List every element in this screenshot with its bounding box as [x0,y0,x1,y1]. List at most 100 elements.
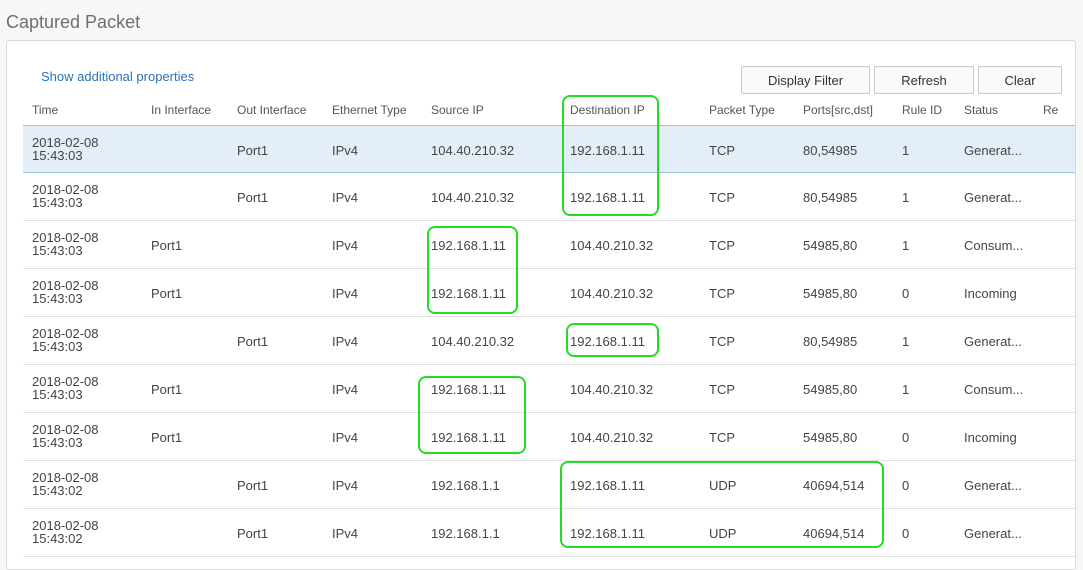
time-clock: 15:43:03 [32,435,83,450]
header-ports[interactable]: Ports[src,dst] [803,103,873,117]
source-ip-cell: 192.168.1.11 [431,382,506,397]
time-clock: 15:43:03 [32,243,83,258]
time-clock: 15:43:02 [32,483,83,498]
table-row[interactable]: 2018-02-08 15:43:02 Port1 IPv4 192.168.1.1 19… [23,509,1075,557]
in-interface-cell: Port1 [151,382,183,397]
rule-id-cell: 0 [902,526,910,541]
ethernet-type-cell: IPv4 [332,382,359,397]
destination-ip-cell: 104.40.210.32 [570,430,654,445]
ethernet-type-cell: IPv4 [332,334,359,349]
ethernet-type-cell: IPv4 [332,286,359,301]
time-clock: 15:43:03 [32,195,83,210]
time-cell: 2018-02-08 15:43:03 [32,279,99,305]
status-cell: Incoming [964,286,1017,301]
time-cell: 2018-02-08 15:43:03 [32,136,99,162]
ethernet-type-cell: IPv4 [332,238,359,253]
table-row[interactable]: 2018-02-08 15:43:03 Port1 IPv4 192.168.1.11 1… [23,221,1075,269]
destination-ip-cell: 104.40.210.32 [570,238,654,253]
packet-type-cell: TCP [709,286,735,301]
ethernet-type-cell: IPv4 [332,143,359,158]
packet-type-cell: TCP [709,190,735,205]
destination-ip-cell: 104.40.210.32 [570,382,654,397]
ports-cell: 40694,514 [803,478,865,493]
packet-type-cell: UDP [709,478,737,493]
header-destination-ip[interactable]: Destination IP [570,103,645,117]
header-reason[interactable]: Re [1043,103,1058,117]
out-interface-cell: Port1 [237,190,269,205]
source-ip-cell: 192.168.1.11 [431,430,506,445]
table-row[interactable]: 2018-02-08 15:43:03 Port1 IPv4 104.40.210.32… [23,125,1075,173]
ports-cell: 80,54985 [803,190,858,205]
time-cell: 2018-02-08 15:43:03 [32,375,99,401]
table-row[interactable]: 2018-02-08 15:43:02 Port1 IPv4 192.168.1.1 19… [23,461,1075,509]
out-interface-cell: Port1 [237,478,269,493]
time-cell: 2018-02-08 15:43:03 [32,327,99,353]
header-rule-id[interactable]: Rule ID [902,103,942,117]
ports-cell: 40694,514 [803,526,865,541]
destination-ip-cell: 192.168.1.11 [570,526,645,541]
time-clock: 15:43:02 [32,531,83,546]
time-cell: 2018-02-08 15:43:03 [32,183,99,209]
table-row[interactable]: 2018-02-08 15:43:03 Port1 IPv4 192.168.1.11 1… [23,413,1075,461]
rule-id-cell: 0 [902,478,910,493]
ethernet-type-cell: IPv4 [332,430,359,445]
ethernet-type-cell: IPv4 [332,478,359,493]
destination-ip-cell: 192.168.1.11 [570,334,645,349]
in-interface-cell: Port1 [151,430,183,445]
header-in-interface[interactable]: In Interface [151,103,211,117]
rule-id-cell: 0 [902,430,910,445]
ports-cell: 80,54985 [803,143,858,158]
status-cell: Generat... [964,526,1022,541]
time-clock: 15:43:03 [32,291,83,306]
source-ip-cell: 104.40.210.32 [431,143,515,158]
table-row[interactable]: 2018-02-08 15:43:03 Port1 IPv4 104.40.210.32… [23,317,1075,365]
show-additional-properties-link[interactable]: Show additional properties [41,69,194,84]
ports-cell: 80,54985 [803,334,858,349]
table-row[interactable]: 2018-02-08 15:43:03 Port1 IPv4 192.168.1.11 1… [23,365,1075,413]
captured-packet-panel: Show additional properties Display Filte… [6,40,1076,570]
status-cell: Generat... [964,190,1022,205]
destination-ip-cell: 192.168.1.11 [570,190,645,205]
ethernet-type-cell: IPv4 [332,190,359,205]
status-cell: Incoming [964,430,1017,445]
table-row[interactable]: 2018-02-08 15:43:03 Port1 IPv4 192.168.1.11 1… [23,269,1075,317]
source-ip-cell: 192.168.1.11 [431,238,506,253]
rule-id-cell: 1 [902,334,910,349]
header-time[interactable]: Time [32,103,58,117]
ports-cell: 54985,80 [803,238,858,253]
rule-id-cell: 1 [902,190,910,205]
status-cell: Consum... [964,382,1024,397]
time-cell: 2018-02-08 15:43:03 [32,231,99,257]
time-clock: 15:43:03 [32,387,83,402]
rule-id-cell: 1 [902,143,910,158]
packet-type-cell: TCP [709,382,735,397]
header-out-interface[interactable]: Out Interface [237,103,306,117]
in-interface-cell: Port1 [151,238,183,253]
time-cell: 2018-02-08 15:43:03 [32,423,99,449]
source-ip-cell: 192.168.1.1 [431,526,500,541]
time-cell: 2018-02-08 15:43:02 [32,519,99,545]
display-filter-button[interactable]: Display Filter [741,66,870,94]
table-header: Time In Interface Out Interface Ethernet… [23,95,1075,123]
in-interface-cell: Port1 [151,286,183,301]
packet-type-cell: UDP [709,526,737,541]
status-cell: Generat... [964,143,1022,158]
source-ip-cell: 104.40.210.32 [431,334,515,349]
ports-cell: 54985,80 [803,382,858,397]
page-title: Captured Packet [6,12,141,32]
destination-ip-cell: 192.168.1.11 [570,478,645,493]
time-cell: 2018-02-08 15:43:02 [32,471,99,497]
destination-ip-cell: 192.168.1.11 [570,143,645,158]
time-clock: 15:43:03 [32,148,83,163]
rule-id-cell: 1 [902,238,910,253]
ethernet-type-cell: IPv4 [332,526,359,541]
out-interface-cell: Port1 [237,526,269,541]
header-status[interactable]: Status [964,103,1024,117]
header-packet-type[interactable]: Packet Type [709,103,775,117]
clear-button[interactable]: Clear [978,66,1062,94]
header-ethernet-type[interactable]: Ethernet Type [332,103,407,117]
refresh-button[interactable]: Refresh [874,66,974,94]
header-source-ip[interactable]: Source IP [431,103,484,117]
table-row[interactable]: 2018-02-08 15:43:03 Port1 IPv4 104.40.210.32… [23,173,1075,221]
rule-id-cell: 0 [902,286,910,301]
